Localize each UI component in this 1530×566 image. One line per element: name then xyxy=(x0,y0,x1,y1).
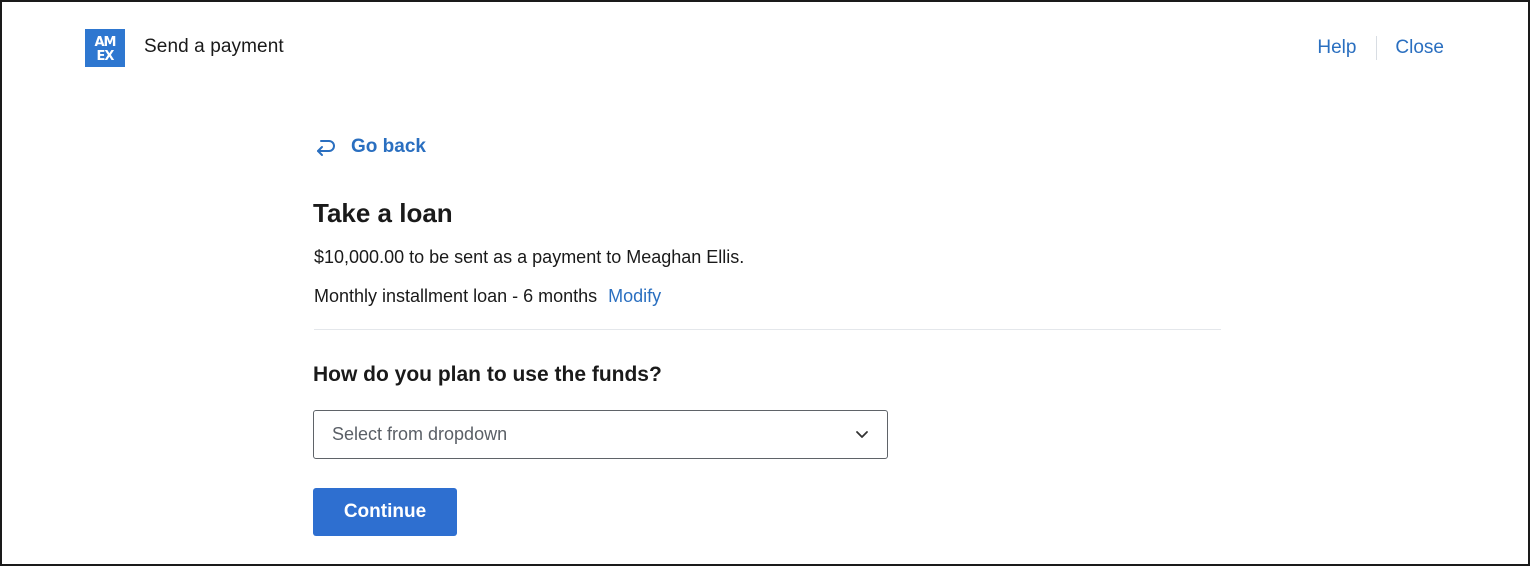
close-link[interactable]: Close xyxy=(1395,37,1444,59)
return-arrow-icon xyxy=(314,137,336,157)
loan-terms-text: Monthly installment loan - 6 months xyxy=(314,286,598,306)
header-divider xyxy=(1376,36,1378,60)
go-back-label: Go back xyxy=(351,136,426,157)
funds-use-dropdown[interactable]: Select from dropdown xyxy=(313,410,888,459)
app-window: AM EX Send a payment Help Close Go back … xyxy=(0,0,1530,566)
chevron-down-icon xyxy=(855,426,869,444)
header-links: Help Close xyxy=(1317,36,1444,60)
go-back-link[interactable]: Go back xyxy=(314,136,426,158)
app-title: Send a payment xyxy=(144,36,284,57)
amex-logo-icon: AM EX xyxy=(85,29,125,67)
svg-text:AM: AM xyxy=(95,35,116,50)
svg-text:EX: EX xyxy=(97,49,115,64)
funds-use-question: How do you plan to use the funds? xyxy=(313,363,662,386)
loan-terms: Monthly installment loan - 6 months Modi… xyxy=(314,286,661,307)
help-link[interactable]: Help xyxy=(1317,37,1356,59)
dropdown-placeholder: Select from dropdown xyxy=(332,424,508,444)
page-title: Take a loan xyxy=(313,198,453,228)
modify-link[interactable]: Modify xyxy=(608,286,661,307)
amex-logo: AM EX xyxy=(85,29,125,67)
section-divider xyxy=(314,329,1221,330)
payment-amount-text: $10,000.00 to be sent as a payment to Me… xyxy=(314,247,745,267)
continue-button[interactable]: Continue xyxy=(313,488,457,536)
